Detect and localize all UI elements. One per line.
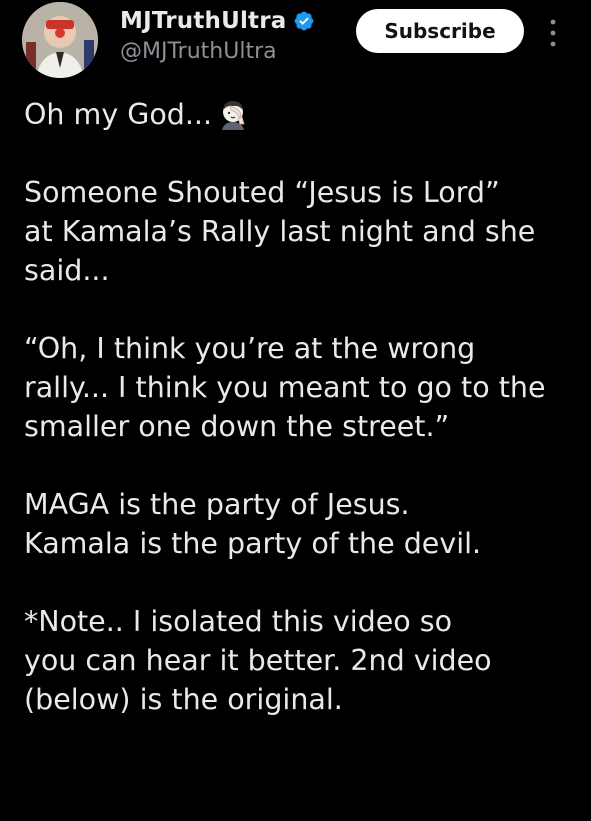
display-name[interactable]: MJTruthUltra	[120, 8, 287, 34]
tweet-line: you can hear it better. 2nd video	[24, 644, 492, 677]
tweet-line: Oh my God...	[24, 95, 580, 134]
tweet-line-text: Oh my God...	[24, 98, 213, 131]
verified-badge-icon	[293, 10, 315, 32]
tweet-line: (below) is the original.	[24, 683, 343, 716]
tweet-line: Someone Shouted “Jesus is Lord”	[24, 176, 500, 209]
tweet-line: Kamala is the party of the devil.	[24, 527, 482, 560]
avatar-image	[22, 2, 98, 78]
tweet-line: MAGA is the party of Jesus.	[24, 488, 410, 521]
tweet-line: rally... I think you meant to go to the	[24, 371, 546, 404]
user-handle[interactable]: @MJTruthUltra	[120, 39, 315, 64]
avatar[interactable]	[22, 2, 98, 78]
more-vertical-icon[interactable]	[543, 16, 563, 50]
tweet-paragraph: Oh my God...	[24, 95, 580, 134]
tweet-paragraph: “Oh, I think you’re at the wrong rally..…	[24, 329, 580, 446]
tweet-line: smaller one down the street.”	[24, 410, 450, 443]
tweet-line: at Kamala’s Rally last night and she	[24, 215, 536, 248]
tweet-line: *Note.. I isolated this video so	[24, 605, 453, 638]
tweet-paragraph: Someone Shouted “Jesus is Lord” at Kamal…	[24, 173, 580, 290]
tweet-paragraph: *Note.. I isolated this video so you can…	[24, 602, 580, 719]
tweet-text: Oh my God... Someone Shouted “Jesus is L…	[24, 95, 580, 758]
facepalm-emoji-icon	[218, 98, 248, 130]
subscribe-button[interactable]: Subscribe	[356, 9, 524, 53]
tweet-line: “Oh, I think you’re at the wrong	[24, 332, 476, 365]
tweet-paragraph: MAGA is the party of Jesus. Kamala is th…	[24, 485, 580, 563]
display-name-row: MJTruthUltra	[120, 6, 315, 36]
tweet-header: MJTruthUltra @MJTruthUltra Subscribe	[0, 0, 591, 90]
user-names: MJTruthUltra @MJTruthUltra	[120, 6, 315, 64]
tweet-line: said...	[24, 254, 110, 287]
